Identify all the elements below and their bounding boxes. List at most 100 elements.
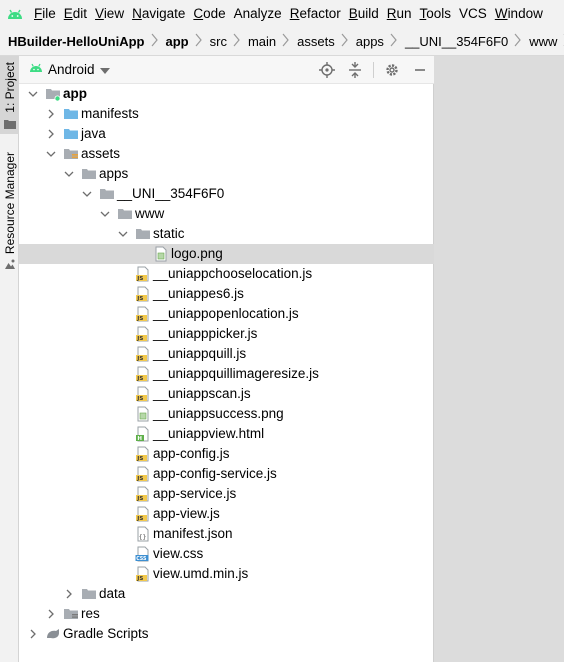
svg-text:JS: JS xyxy=(136,276,143,282)
view-selector-dropdown[interactable]: Android xyxy=(29,62,110,77)
chevron-right-icon[interactable] xyxy=(45,608,57,620)
tree-node[interactable]: logo.png xyxy=(19,244,434,264)
tree-node[interactable]: JS __uniappquillimageresize.js xyxy=(19,364,434,384)
menu-file[interactable]: File xyxy=(30,0,60,28)
tree-node-label: app-config.js xyxy=(153,446,230,461)
chevron-right-icon xyxy=(390,33,397,50)
chevron-right-icon[interactable] xyxy=(27,628,39,640)
tree-node[interactable]: data xyxy=(19,584,434,604)
tree-node[interactable]: JS __uniappes6.js xyxy=(19,284,434,304)
left-tool-strip: 1: Project Resource Manager xyxy=(0,56,19,662)
menu-window[interactable]: Window xyxy=(491,0,547,28)
chevron-down-icon[interactable] xyxy=(81,188,93,200)
chevron-right-icon xyxy=(341,33,348,50)
breadcrumb-item[interactable]: app xyxy=(158,28,195,55)
tree-node-label: apps xyxy=(99,166,129,181)
chevron-down-icon[interactable] xyxy=(63,168,75,180)
js-file-icon: JS xyxy=(135,566,151,582)
menu-view[interactable]: View xyxy=(91,0,128,28)
svg-text:JS: JS xyxy=(136,356,143,362)
menu-edit[interactable]: Edit xyxy=(60,0,91,28)
menu-run[interactable]: Run xyxy=(383,0,416,28)
svg-text:JS: JS xyxy=(136,476,143,482)
breadcrumb-item[interactable]: HBuilder-HelloUniApp xyxy=(0,28,151,55)
tree-node[interactable]: res xyxy=(19,604,434,624)
js-file-icon: JS xyxy=(135,306,151,322)
menu-code[interactable]: Code xyxy=(189,0,229,28)
tree-node[interactable]: JS app-service.js xyxy=(19,484,434,504)
menu-analyze[interactable]: Analyze xyxy=(230,0,286,28)
resource-manager-tool-tab[interactable]: Resource Manager xyxy=(0,152,19,276)
tree-node[interactable]: manifests xyxy=(19,104,434,124)
menu-navigate[interactable]: Navigate xyxy=(128,0,189,28)
breadcrumb-item[interactable]: src xyxy=(202,28,233,55)
minimize-icon[interactable] xyxy=(410,60,430,80)
tree-node[interactable]: apps xyxy=(19,164,434,184)
folder-gray-icon xyxy=(99,186,115,202)
tree-node-label: view.umd.min.js xyxy=(153,566,249,581)
tree-node[interactable]: H __uniappview.html xyxy=(19,424,434,444)
js-file-icon: JS xyxy=(135,466,151,482)
folder-gray-icon xyxy=(81,166,97,182)
chevron-down-icon[interactable] xyxy=(45,148,57,160)
tree-node[interactable]: JS __uniapppicker.js xyxy=(19,324,434,344)
breadcrumb-item[interactable]: www xyxy=(521,28,563,55)
js-file-icon: JS xyxy=(135,326,151,342)
tree-node[interactable]: {} manifest.json xyxy=(19,524,434,544)
tree-node[interactable]: CSS view.css xyxy=(19,544,434,564)
tree-node[interactable]: JS __uniappchooselocation.js xyxy=(19,264,434,284)
chevron-down-icon[interactable] xyxy=(99,208,111,220)
tree-node-label: data xyxy=(99,586,126,601)
collapse-all-icon[interactable] xyxy=(345,60,365,80)
gradle-icon xyxy=(45,626,61,642)
tree-node[interactable]: JS app-config-service.js xyxy=(19,464,434,484)
tree-node[interactable]: JS __uniappopenlocation.js xyxy=(19,304,434,324)
gear-icon[interactable] xyxy=(382,60,402,80)
project-tool-tab[interactable]: 1: Project xyxy=(0,56,19,134)
chevron-down-icon[interactable] xyxy=(117,228,129,240)
tree-node[interactable]: JS __uniappquill.js xyxy=(19,344,434,364)
toolbar-divider xyxy=(373,62,374,78)
chevron-right-icon[interactable] xyxy=(45,108,57,120)
menu-vcs[interactable]: VCS xyxy=(455,0,491,28)
breadcrumb-item[interactable]: apps xyxy=(348,28,390,55)
js-file-icon: JS xyxy=(135,386,151,402)
breadcrumb-item[interactable]: main xyxy=(240,28,282,55)
tree-node-label: view.css xyxy=(153,546,204,561)
tree-node[interactable]: app xyxy=(19,84,434,104)
tree-node-label: res xyxy=(81,606,100,621)
chevron-right-icon[interactable] xyxy=(63,588,75,600)
tree-node[interactable]: www xyxy=(19,204,434,224)
tree-node[interactable]: Gradle Scripts xyxy=(19,624,434,644)
tree-node-label: __uniappview.html xyxy=(153,426,265,441)
breadcrumb-item[interactable]: assets xyxy=(289,28,341,55)
tree-node[interactable]: static xyxy=(19,224,434,244)
js-file-icon: JS xyxy=(135,366,151,382)
tree-node-label: __UNI__354F6F0 xyxy=(117,186,225,201)
res-folder-icon xyxy=(63,606,79,622)
menu-bar: File Edit View Navigate Code Analyze Refactor B… xyxy=(0,0,564,28)
menu-tools[interactable]: Tools xyxy=(416,0,456,28)
js-file-icon: JS xyxy=(135,286,151,302)
svg-text:{}: {} xyxy=(139,533,147,541)
tree-node[interactable]: java xyxy=(19,124,434,144)
chevron-down-icon[interactable] xyxy=(27,88,39,100)
image-file-icon xyxy=(135,406,151,422)
resource-manager-tool-tab-label: Resource Manager xyxy=(2,152,17,255)
tree-node[interactable]: JS app-config.js xyxy=(19,444,434,464)
svg-text:H: H xyxy=(137,436,142,442)
menu-refactor[interactable]: Refactor xyxy=(286,0,345,28)
breadcrumb-item[interactable]: __UNI__354F6F0 xyxy=(397,28,514,55)
tree-node[interactable]: JS app-view.js xyxy=(19,504,434,524)
tree-node[interactable]: JS view.umd.min.js xyxy=(19,564,434,584)
tree-node[interactable]: assets xyxy=(19,144,434,164)
folder-gray-icon xyxy=(81,586,97,602)
menu-build[interactable]: Build xyxy=(345,0,383,28)
chevron-right-icon[interactable] xyxy=(45,128,57,140)
chevron-right-icon xyxy=(282,33,289,50)
tree-node-label: www xyxy=(135,206,165,221)
tree-node[interactable]: __UNI__354F6F0 xyxy=(19,184,434,204)
tree-node[interactable]: JS __uniappscan.js xyxy=(19,384,434,404)
tree-node[interactable]: __uniappsuccess.png xyxy=(19,404,434,424)
locate-file-icon[interactable] xyxy=(317,60,337,80)
